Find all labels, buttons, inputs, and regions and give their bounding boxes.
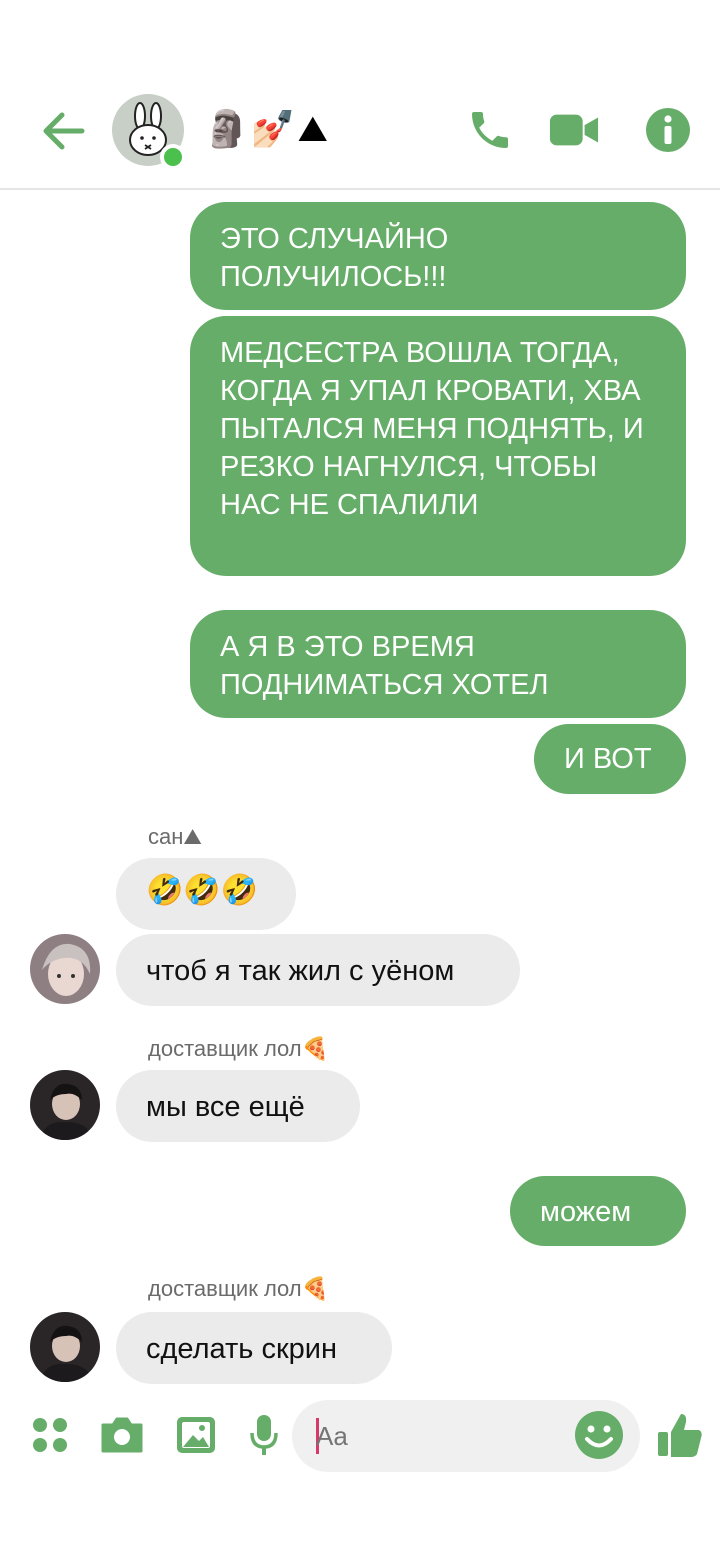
avatar[interactable] <box>30 934 100 1004</box>
message-text: ЭТО СЛУЧАЙНО ПОЛУЧИЛОСЬ!!! <box>220 223 449 293</box>
message-text: 🤣🤣🤣 <box>146 873 259 908</box>
online-status-dot <box>160 144 186 170</box>
avatar[interactable] <box>30 1070 100 1140</box>
video-call-button[interactable] <box>548 104 600 156</box>
message-bubble-outgoing[interactable]: ЭТО СЛУЧАЙНО ПОЛУЧИЛОСЬ!!! <box>190 202 686 310</box>
camera-button[interactable] <box>94 1407 150 1463</box>
message-text: И ВОТ <box>564 743 652 775</box>
message-text: сделать скрин <box>146 1333 337 1365</box>
user-photo-icon <box>30 1070 100 1140</box>
message-input-box[interactable] <box>292 1400 640 1472</box>
back-button[interactable] <box>36 104 90 158</box>
user-photo-icon <box>30 1312 100 1382</box>
image-icon <box>177 1417 215 1453</box>
message-text: А Я В ЭТО ВРЕМЯ ПОДНИМАТЬСЯ ХОТЕЛ <box>220 631 549 701</box>
gallery-button[interactable] <box>168 1407 224 1463</box>
message-bubble-outgoing[interactable]: МЕДСЕСТРА ВОШЛА ТОГДА, КОГДА Я УПАЛ КРОВ… <box>190 316 686 576</box>
message-text: чтоб я так жил с уёном <box>146 955 455 987</box>
message-bubble-outgoing[interactable]: А Я В ЭТО ВРЕМЯ ПОДНИМАТЬСЯ ХОТЕЛ <box>190 610 686 718</box>
info-button[interactable] <box>642 104 694 156</box>
four-dots-icon <box>33 1418 67 1452</box>
voice-message-button[interactable] <box>236 1407 292 1463</box>
sender-name: сан⛰ <box>148 824 202 849</box>
message-bubble-incoming[interactable]: 🤣🤣🤣 <box>116 858 296 930</box>
call-button[interactable] <box>464 104 516 156</box>
avatar[interactable] <box>30 1312 100 1382</box>
user-photo-icon <box>30 934 100 1004</box>
video-camera-icon <box>549 114 599 146</box>
message-bubble-incoming[interactable]: сделать скрин <box>116 1312 392 1384</box>
message-bubble-outgoing[interactable]: можем <box>510 1176 686 1246</box>
like-button[interactable] <box>652 1407 708 1463</box>
message-text: МЕДСЕСТРА ВОШЛА ТОГДА, КОГДА Я УПАЛ КРОВ… <box>220 337 644 521</box>
thumbs-up-icon <box>658 1414 702 1457</box>
message-text: мы все ещё <box>146 1091 305 1123</box>
info-icon <box>646 108 690 152</box>
arrow-left-icon <box>43 112 85 150</box>
apps-button[interactable] <box>22 1407 78 1463</box>
message-bubble-outgoing[interactable]: И ВОТ <box>534 724 686 794</box>
chat-header: 🗿💅🏻⛰ <box>0 0 720 190</box>
smiley-icon <box>575 1411 623 1459</box>
phone-icon <box>472 112 508 148</box>
message-bubble-incoming[interactable]: чтоб я так жил с уёном <box>116 934 520 1006</box>
sender-name: доставщик лол🍕 <box>148 1276 330 1301</box>
camera-icon <box>101 1417 143 1453</box>
microphone-icon <box>250 1415 278 1455</box>
emoji-button[interactable] <box>574 1410 626 1462</box>
message-composer <box>0 1395 720 1485</box>
sender-name: доставщик лол🍕 <box>148 1036 330 1061</box>
message-bubble-incoming[interactable]: мы все ещё <box>116 1070 360 1142</box>
chat-title[interactable]: 🗿💅🏻⛰ <box>204 108 330 152</box>
message-input[interactable] <box>316 1418 556 1454</box>
message-text: можем <box>540 1196 632 1228</box>
